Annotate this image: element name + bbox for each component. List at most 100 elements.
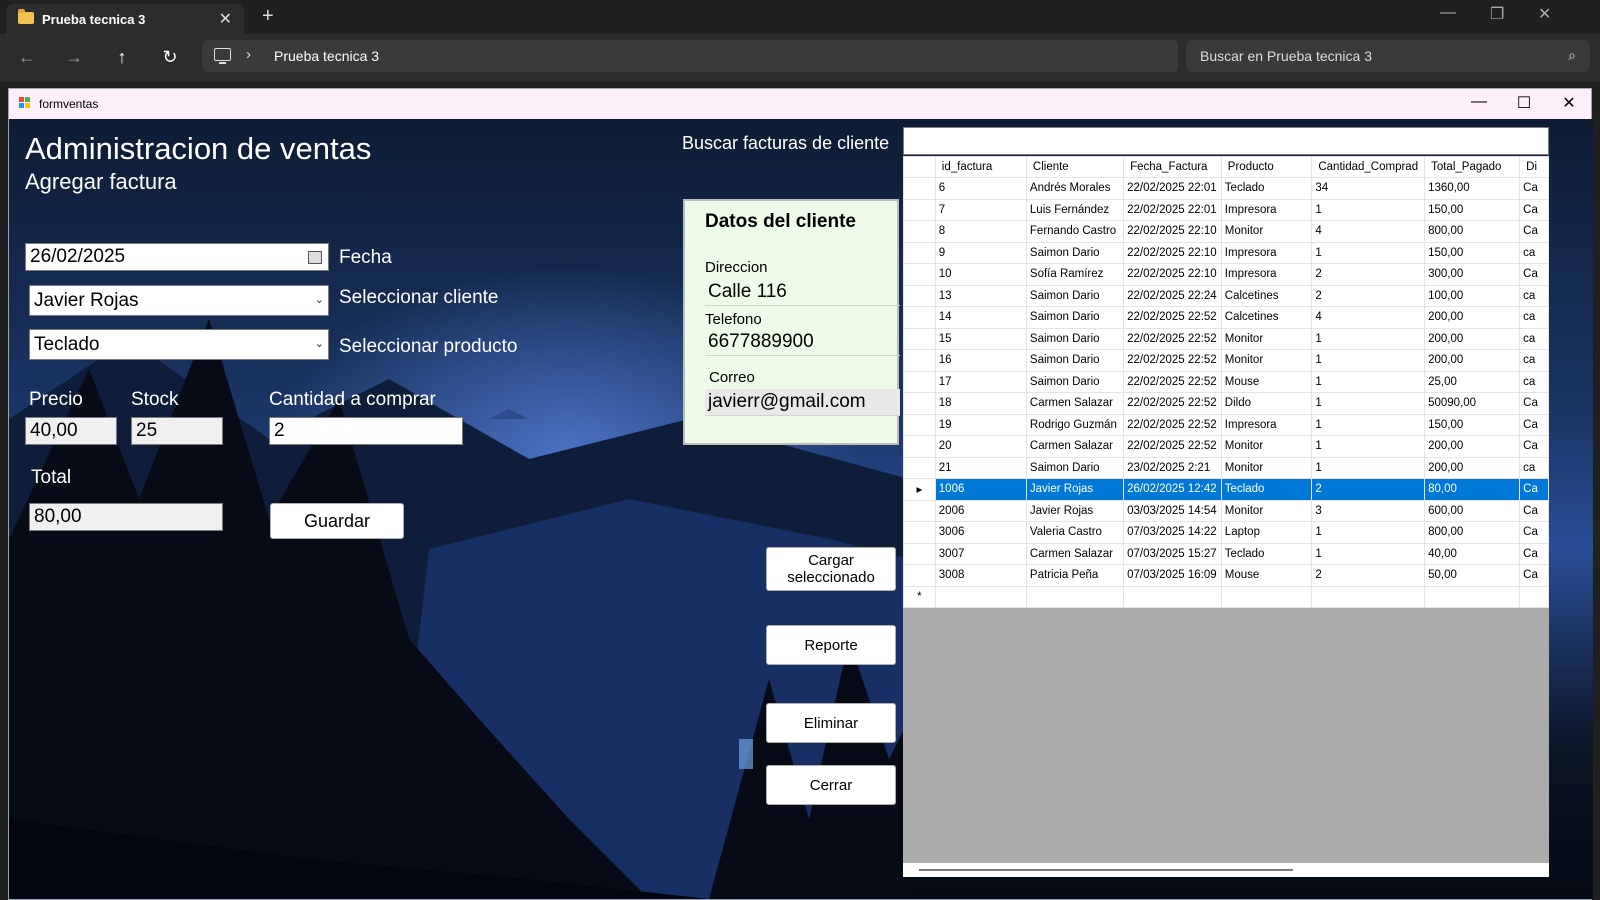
table-cell[interactable]: Javier Rojas	[1025, 478, 1125, 501]
table-cell[interactable]: Monitor	[1220, 349, 1313, 372]
table-row[interactable]: 13 Saimon Dario 22/02/2025 22:24 Calcetines…	[903, 284, 1549, 307]
table-cell[interactable]: Saimon Dario	[1025, 241, 1125, 264]
table-cell[interactable]: 200,00	[1424, 349, 1521, 372]
row-header[interactable]	[903, 327, 936, 350]
table-cell[interactable]: Monitor	[1220, 220, 1313, 243]
table-cell[interactable]: Ca	[1519, 521, 1549, 544]
row-header[interactable]	[903, 456, 936, 479]
table-cell[interactable]: 22/02/2025 22:01	[1123, 198, 1222, 221]
row-header[interactable]	[903, 413, 936, 436]
table-cell[interactable]: 22/02/2025 22:52	[1123, 370, 1222, 393]
eliminar-button[interactable]: Eliminar	[766, 703, 896, 743]
address-bar[interactable]: › Prueba tecnica 3	[202, 40, 1178, 72]
table-cell[interactable]: 22/02/2025 22:01	[1123, 177, 1222, 200]
table-cell[interactable]: ca	[1519, 370, 1549, 393]
table-cell[interactable]: 2	[1311, 284, 1426, 307]
empty-cell[interactable]	[1519, 585, 1549, 608]
table-cell[interactable]: 1	[1311, 413, 1426, 436]
table-cell[interactable]: ca	[1519, 241, 1549, 264]
row-header[interactable]	[903, 370, 936, 393]
table-cell[interactable]: 1	[1311, 521, 1426, 544]
table-row[interactable]: 14 Saimon Dario 22/02/2025 22:52 Calcetines…	[903, 306, 1549, 329]
table-cell[interactable]: 7	[934, 198, 1027, 221]
producto-select[interactable]: Teclado ⌄	[29, 329, 329, 360]
table-row[interactable]: 20 Carmen Salazar 22/02/2025 22:52 Monitor 1…	[903, 435, 1549, 458]
chevron-down-icon[interactable]: ⌄	[315, 286, 324, 315]
table-cell[interactable]: Sofía Ramírez	[1025, 263, 1125, 286]
table-cell[interactable]: 17	[934, 370, 1027, 393]
table-cell[interactable]: 1	[1311, 392, 1426, 415]
grid-horizontal-scrollbar[interactable]	[903, 863, 1549, 877]
table-cell[interactable]: Saimon Dario	[1025, 306, 1125, 329]
table-cell[interactable]: 22/02/2025 22:10	[1123, 220, 1222, 243]
table-cell[interactable]: 150,00	[1424, 198, 1521, 221]
explorer-search-input[interactable]: Buscar en Prueba tecnica 3 ⌕	[1186, 40, 1590, 72]
table-cell[interactable]: 1	[1311, 327, 1426, 350]
table-cell[interactable]: 22/02/2025 22:52	[1123, 413, 1222, 436]
table-cell[interactable]: Carmen Salazar	[1025, 435, 1125, 458]
table-cell[interactable]: 22/02/2025 22:10	[1123, 241, 1222, 264]
table-row[interactable]: 15 Saimon Dario 22/02/2025 22:52 Monitor 1 20…	[903, 327, 1549, 350]
table-row[interactable]: 6 Andrés Morales 22/02/2025 22:01 Teclado 34…	[903, 177, 1549, 200]
table-cell[interactable]: 50090,00	[1424, 392, 1521, 415]
table-row[interactable]: 9 Saimon Dario 22/02/2025 22:10 Impresora 1 1…	[903, 241, 1549, 264]
table-cell[interactable]: Carmen Salazar	[1025, 392, 1125, 415]
table-cell[interactable]: Carmen Salazar	[1025, 542, 1125, 565]
table-cell[interactable]: 4	[1311, 306, 1426, 329]
table-cell[interactable]: Teclado	[1220, 478, 1313, 501]
table-cell[interactable]: Teclado	[1220, 177, 1313, 200]
table-cell[interactable]: ca	[1519, 349, 1549, 372]
table-cell[interactable]: 16	[934, 349, 1027, 372]
chevron-right-icon[interactable]: ›	[246, 46, 251, 63]
table-cell[interactable]: 15	[934, 327, 1027, 350]
table-cell[interactable]: 1	[1311, 349, 1426, 372]
refresh-icon[interactable]: ↻	[159, 47, 181, 68]
table-cell[interactable]: Calcetines	[1220, 284, 1313, 307]
table-cell[interactable]: Teclado	[1220, 542, 1313, 565]
close-window-icon[interactable]: ✕	[1538, 4, 1551, 24]
table-cell[interactable]: Ca	[1519, 392, 1549, 415]
table-cell[interactable]: Ca	[1519, 263, 1549, 286]
table-cell[interactable]: 22/02/2025 22:52	[1123, 435, 1222, 458]
forward-icon[interactable]: →	[63, 47, 85, 68]
current-row-indicator[interactable]: ▸	[903, 478, 936, 501]
table-cell[interactable]: 20	[934, 435, 1027, 458]
table-cell[interactable]: 200,00	[1424, 327, 1521, 350]
table-cell[interactable]: 1	[1311, 542, 1426, 565]
empty-cell[interactable]	[1025, 585, 1125, 608]
table-cell[interactable]: 1006	[934, 478, 1027, 501]
table-cell[interactable]: Ca	[1519, 413, 1549, 436]
up-icon[interactable]: ↑	[111, 47, 133, 68]
table-cell[interactable]: 22/02/2025 22:52	[1123, 349, 1222, 372]
table-cell[interactable]: Monitor	[1220, 499, 1313, 522]
table-cell[interactable]: 13	[934, 284, 1027, 307]
table-row[interactable]: 3006 Valeria Castro 07/03/2025 14:22 Laptop…	[903, 521, 1549, 544]
table-cell[interactable]: Rodrigo Guzmán	[1025, 413, 1125, 436]
table-cell[interactable]: Mouse	[1220, 370, 1313, 393]
buscar-facturas-input[interactable]	[903, 127, 1549, 155]
table-cell[interactable]: 800,00	[1424, 220, 1521, 243]
table-cell[interactable]: 1	[1311, 370, 1426, 393]
table-cell[interactable]: Saimon Dario	[1025, 349, 1125, 372]
table-row[interactable]: 10 Sofía Ramírez 22/02/2025 22:10 Impresora…	[903, 263, 1549, 286]
table-cell[interactable]: 40,00	[1424, 542, 1521, 565]
close-tab-icon[interactable]: ✕	[219, 9, 232, 29]
table-row[interactable]: 3008 Patricia Peña 07/03/2025 16:09 Mouse 2 5…	[903, 564, 1549, 587]
table-cell[interactable]: 9	[934, 241, 1027, 264]
table-cell[interactable]: 3006	[934, 521, 1027, 544]
table-cell[interactable]: Impresora	[1220, 413, 1313, 436]
table-cell[interactable]: Monitor	[1220, 435, 1313, 458]
table-cell[interactable]: Ca	[1519, 564, 1549, 587]
row-header[interactable]	[903, 241, 936, 264]
cantidad-input[interactable]: 2	[269, 417, 463, 445]
table-cell[interactable]: 2	[1311, 564, 1426, 587]
table-cell[interactable]: 1360,00	[1424, 177, 1521, 200]
column-header[interactable]: Producto	[1220, 156, 1313, 178]
cliente-select[interactable]: Javier Rojas ⌄	[29, 285, 329, 316]
maximize-icon[interactable]: ☐	[1509, 93, 1539, 113]
table-cell[interactable]: 50,00	[1424, 564, 1521, 587]
close-icon[interactable]: ✕	[1554, 93, 1584, 113]
table-cell[interactable]: 200,00	[1424, 456, 1521, 479]
table-cell[interactable]: 6	[934, 177, 1027, 200]
table-cell[interactable]: Impresora	[1220, 198, 1313, 221]
